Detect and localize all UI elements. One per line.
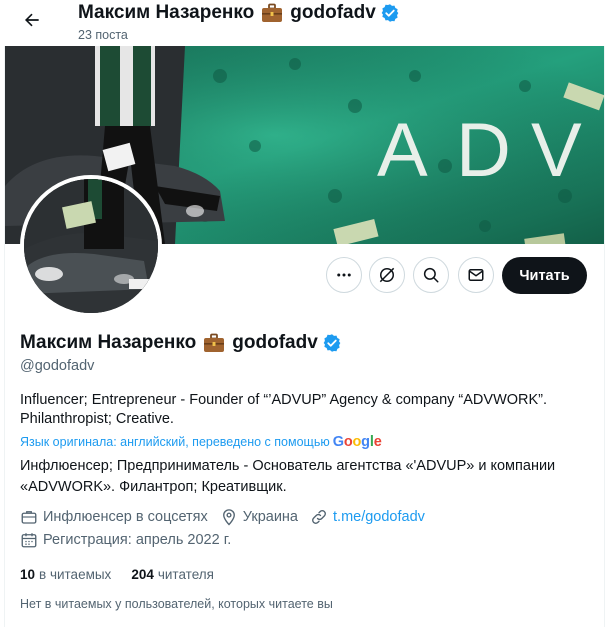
profile-bio-translated: Инфлюенсер; Предприниматель - Основатель… — [20, 458, 556, 495]
verified-badge-icon — [381, 4, 399, 22]
arrow-left-icon — [25, 13, 39, 27]
grok-button[interactable] — [369, 257, 405, 293]
link-icon — [310, 508, 328, 526]
profile-handle: @godofadv — [20, 358, 95, 374]
location-text: Украина — [242, 509, 299, 525]
followers-you-know-note: Нет в читаемых у пользователей, которых … — [20, 597, 333, 611]
website-link[interactable]: t.me/godofadv — [333, 509, 425, 525]
following-label[interactable]: в читаемых — [39, 567, 111, 582]
profile-bio: Influencer; Entrepreneur - Founder of “’… — [20, 392, 548, 427]
more-horizontal-icon — [337, 273, 351, 277]
profile-name-text: Максим Назаренко — [20, 332, 197, 353]
header-title: Максим Назаренко godofadv — [78, 1, 400, 25]
joined-text: Регистрация: апрель 2022 г. — [43, 532, 232, 548]
following-count[interactable]: 10 — [20, 567, 35, 582]
message-button[interactable] — [458, 257, 494, 293]
envelope-icon — [468, 269, 484, 281]
verified-badge-icon[interactable] — [322, 333, 342, 353]
profile-meta-row-1: Инфлюенсер в соцсетях Украина t.me/godof… — [20, 508, 437, 526]
calendar-icon — [20, 531, 38, 549]
category-text: Инфлюенсер в соцсетях — [43, 509, 208, 525]
profile-meta-row-2: Регистрация: апрель 2022 г. — [20, 531, 243, 549]
translation-note-text: Язык оригинала: английский, переведено с… — [20, 435, 330, 449]
header-name: Максим Назаренко — [78, 2, 255, 23]
back-button[interactable] — [18, 6, 46, 34]
more-button[interactable] — [326, 257, 362, 293]
follow-counts: 10 в читаемых 204 читателя — [20, 567, 234, 582]
follow-button[interactable]: Читать — [502, 257, 587, 294]
profile-name-suffix: godofadv — [232, 332, 318, 353]
profile-header-bar: Максим Назаренко godofadv 23 поста — [0, 0, 612, 46]
followers-label[interactable]: читателя — [158, 567, 214, 582]
profile-name: Максим Назаренко godofadv — [20, 331, 342, 355]
briefcase-outline-icon — [20, 508, 38, 526]
google-logo: Google — [332, 434, 382, 450]
posts-count: 23 поста — [78, 28, 128, 42]
search-icon — [423, 267, 439, 283]
right-border — [604, 0, 605, 627]
category-item: Инфлюенсер в соцсетях — [20, 508, 208, 526]
profile-avatar[interactable] — [20, 175, 162, 317]
header-handle-part: godofadv — [290, 2, 376, 23]
banner-letter-v: V — [531, 108, 582, 193]
banner-letter-d: D — [456, 108, 511, 193]
briefcase-icon — [204, 333, 225, 352]
briefcase-icon — [262, 3, 283, 22]
translation-note[interactable]: Язык оригинала: английский, переведено с… — [20, 434, 382, 450]
joined-item: Регистрация: апрель 2022 г. — [20, 531, 231, 549]
location-item: Украина — [220, 508, 298, 526]
banner-letter-a: A — [377, 108, 428, 193]
followers-count[interactable]: 204 — [131, 567, 154, 582]
grok-icon — [379, 267, 395, 283]
search-button[interactable] — [413, 257, 449, 293]
location-pin-icon — [220, 508, 238, 526]
website-item[interactable]: t.me/godofadv — [310, 508, 425, 526]
